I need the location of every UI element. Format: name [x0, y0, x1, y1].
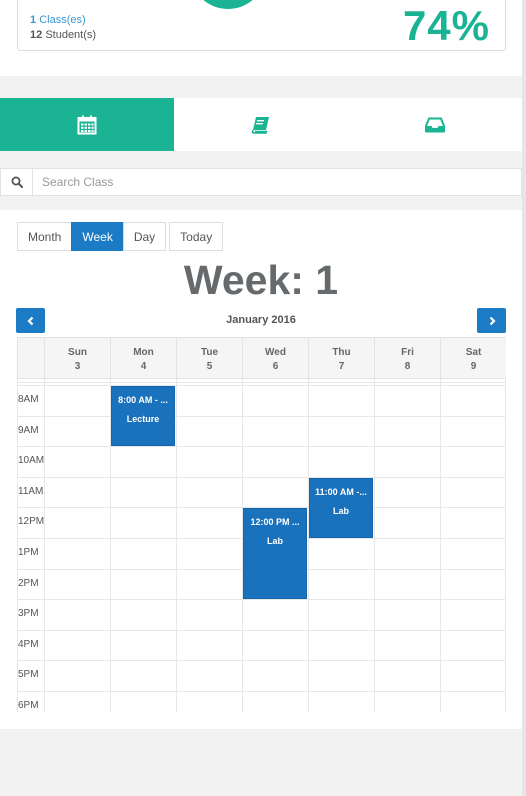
- students-count-label: Student(s): [45, 29, 97, 41]
- class-search: [0, 168, 522, 196]
- today-button[interactable]: Today: [169, 222, 224, 251]
- book-icon: [251, 116, 269, 134]
- chevron-right-icon: [489, 316, 496, 325]
- day-column-line: [176, 379, 177, 712]
- summary-card: 1 Class(es) 12 Student(s) 74%: [17, 0, 506, 51]
- event-time: 11:00 AM -...: [315, 487, 367, 497]
- day-header-fri: Fri 8: [374, 337, 440, 379]
- day-date: 5: [206, 361, 213, 372]
- event-title: Lab: [266, 536, 283, 546]
- hour-line: [17, 446, 506, 447]
- day-date: 9: [470, 361, 477, 372]
- day-column-line: [374, 379, 375, 712]
- hour-line: [17, 599, 506, 600]
- hour-line: [17, 385, 506, 386]
- time-label: 12PM: [18, 516, 45, 527]
- time-label: 5PM: [18, 669, 39, 680]
- tab-bar: [0, 98, 522, 151]
- day-header-sat: Sat 9: [440, 337, 506, 379]
- grid-left-border: [17, 379, 18, 712]
- time-label: 6PM: [18, 700, 39, 711]
- allday-separator: [17, 382, 506, 383]
- month-label: January 2016: [226, 314, 296, 326]
- day-column-line: [505, 379, 506, 712]
- day-name: Mon: [133, 347, 154, 358]
- time-label: 8AM: [18, 394, 39, 405]
- day-column-line: [440, 379, 441, 712]
- day-name: Fri: [401, 347, 414, 358]
- time-gutter-header: [17, 337, 44, 379]
- hour-line: [17, 477, 506, 478]
- progress-donut: [190, 0, 266, 9]
- time-label: 4PM: [18, 639, 39, 650]
- attendance-percent: 74%: [402, 2, 490, 49]
- day-header-wed: Wed 6: [242, 337, 308, 379]
- hour-line: [17, 691, 506, 692]
- day-name: Sun: [68, 347, 87, 358]
- day-header-thu: Thu 7: [308, 337, 374, 379]
- view-switcher: Month Week Day Today: [17, 222, 224, 251]
- day-date: 4: [140, 361, 147, 372]
- next-week-button[interactable]: [477, 308, 506, 333]
- tab-calendar[interactable]: [0, 98, 174, 151]
- scrollbar-track[interactable]: [522, 0, 526, 796]
- students-count: 12 Student(s): [30, 29, 96, 41]
- day-name: Wed: [265, 347, 286, 358]
- day-header-tue: Tue 5: [176, 337, 242, 379]
- event-time: 8:00 AM - ...: [118, 395, 168, 405]
- calendar-panel: Month Week Day Today Week: 1 January 201…: [0, 210, 522, 729]
- day-name: Thu: [332, 347, 351, 358]
- search-addon[interactable]: [1, 169, 33, 195]
- week-title: Week: 1: [183, 257, 339, 303]
- tab-book[interactable]: [174, 98, 348, 151]
- classes-count-label: Class(es): [39, 14, 86, 26]
- day-date: 6: [272, 361, 279, 372]
- search-icon: [11, 176, 23, 188]
- hour-line: [17, 660, 506, 661]
- day-date: 8: [404, 361, 411, 372]
- view-day-button[interactable]: Day: [122, 222, 167, 251]
- day-column-line: [308, 379, 309, 712]
- day-header-mon: Mon 4: [110, 337, 176, 379]
- inbox-icon: [425, 117, 445, 132]
- day-name: Tue: [200, 347, 219, 358]
- calendar-icon: [77, 115, 97, 134]
- time-label: 2PM: [18, 578, 39, 589]
- event-title: Lecture: [126, 414, 160, 424]
- day-header-sun: Sun 3: [44, 337, 110, 379]
- calendar-event[interactable]: 11:00 AM -... Lab: [309, 478, 373, 538]
- view-month-button[interactable]: Month: [17, 222, 73, 251]
- day-column-line: [44, 379, 45, 712]
- students-count-value: 12: [30, 29, 43, 41]
- hour-line: [17, 416, 506, 417]
- day-date: 7: [338, 361, 345, 372]
- summary-panel: 1 Class(es) 12 Student(s) 74%: [0, 0, 522, 76]
- day-date: 3: [74, 361, 81, 372]
- time-label: 3PM: [18, 608, 39, 619]
- view-week-button[interactable]: Week: [71, 222, 124, 251]
- time-label: 10AM: [18, 455, 45, 466]
- calendar-event[interactable]: 12:00 PM ... Lab: [243, 508, 307, 599]
- week-grid: Sun 3 Mon 4 Tue 5 Wed 6 Thu 7 Fri 8 Sat 9 8AM 9AM 10AM 11…: [17, 337, 506, 712]
- event-time: 12:00 PM ...: [250, 517, 300, 527]
- search-input[interactable]: [33, 169, 521, 195]
- classes-count[interactable]: 1 Class(es): [30, 14, 86, 26]
- calendar-event[interactable]: 8:00 AM - ... Lecture: [111, 386, 175, 446]
- tab-inbox[interactable]: [348, 98, 522, 151]
- event-title: Lab: [332, 506, 349, 516]
- time-label: 9AM: [18, 425, 39, 436]
- time-label: 1PM: [18, 547, 39, 558]
- day-name: Sat: [465, 347, 482, 358]
- hour-line: [17, 630, 506, 631]
- time-label: 11AM: [18, 486, 44, 497]
- classes-count-value: 1: [30, 14, 37, 26]
